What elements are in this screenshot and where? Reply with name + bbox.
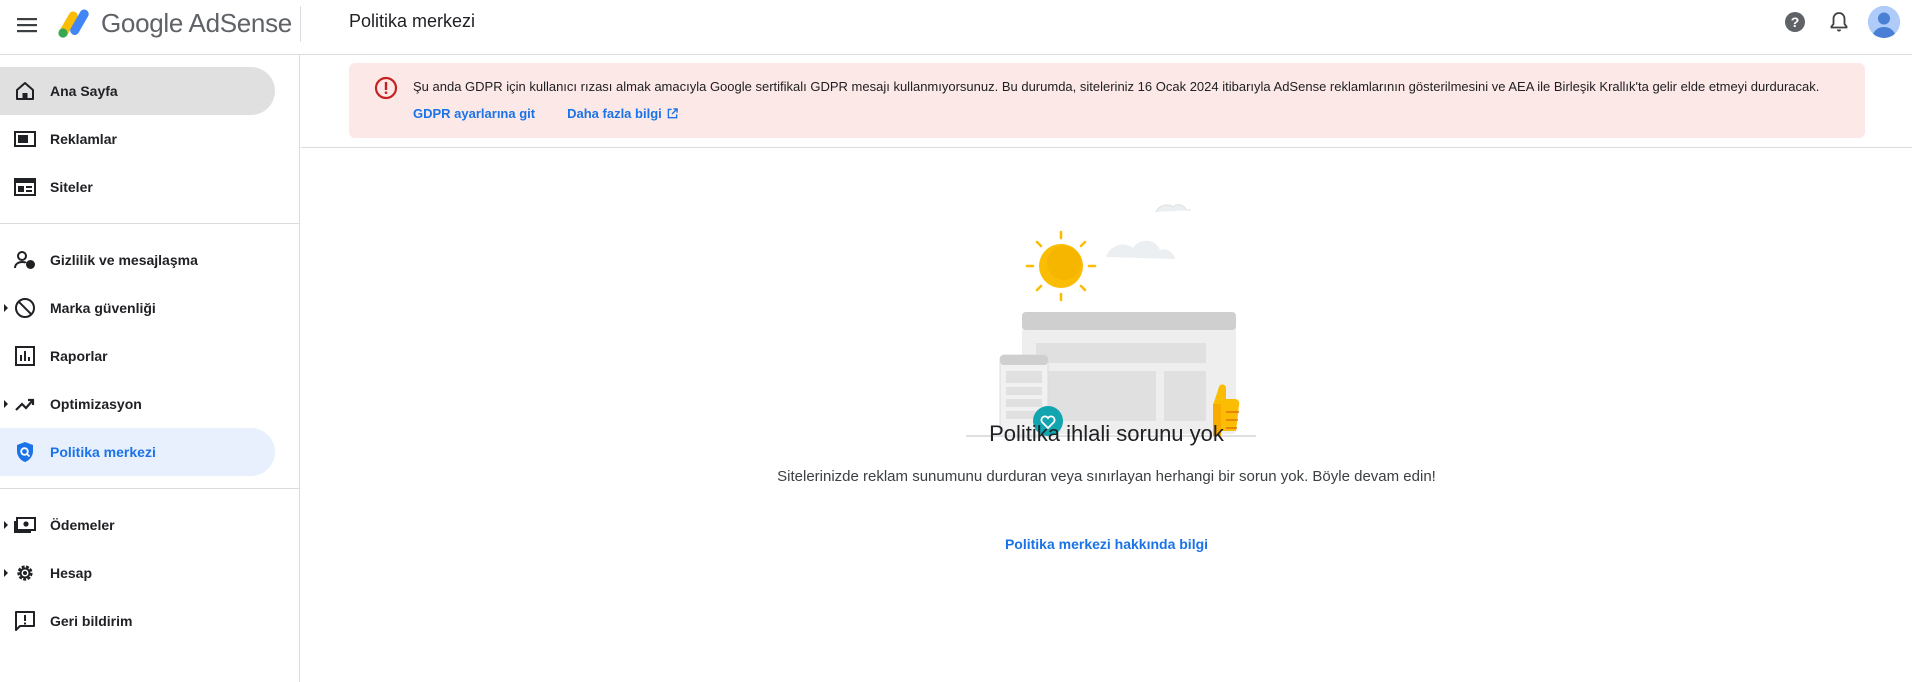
gdpr-settings-link-label: GDPR ayarlarına git (413, 106, 536, 121)
learn-more-link[interactable]: Daha fazla bilgi (567, 106, 678, 121)
logo-text: Google AdSense (101, 7, 292, 38)
sidebar-item-reklamlar[interactable]: Reklamlar (0, 115, 275, 163)
sidebar-item-politika-merkezi[interactable]: Politika merkezi (0, 428, 275, 476)
policy-center-info-link[interactable]: Politika merkezi hakkında bilgi (1005, 536, 1208, 552)
content-divider (301, 147, 1912, 148)
sidebar-item-marka-guvenligi[interactable]: Marka güvenliği (0, 284, 275, 332)
topbar-divider (300, 6, 301, 42)
privacy-icon (14, 249, 36, 271)
sidebar-item-label: Hesap (50, 565, 93, 581)
expand-caret-icon[interactable] (4, 304, 8, 312)
alert-message: Şu anda GDPR için kullanıcı rızası almak… (413, 79, 1820, 94)
page-title: Politika merkezi (349, 11, 476, 31)
sidebar-item-label: Siteler (50, 179, 93, 195)
sidebar-item-label: Ödemeler (50, 517, 115, 533)
adsense-logo-icon (58, 9, 89, 38)
gdpr-settings-link[interactable]: GDPR ayarlarına git (413, 106, 535, 121)
expand-caret-icon[interactable] (4, 400, 8, 408)
payments-icon (14, 514, 36, 536)
error-icon (374, 76, 398, 100)
sidebar-item-ana-sayfa[interactable]: Ana Sayfa (0, 67, 275, 115)
no-issues-illustration (966, 204, 1256, 438)
adsense-logo[interactable]: Google AdSense (57, 6, 292, 40)
sidebar-item-odemeler[interactable]: Ödemeler (0, 501, 275, 549)
reports-icon (14, 345, 36, 367)
sidebar-item-geri-bildirim[interactable]: Geri bildirim (0, 597, 275, 645)
empty-state-title: Politika ihlali sorunu yok (989, 421, 1224, 446)
sidebar-item-label: Raporlar (50, 348, 108, 364)
sidebar-item-siteler[interactable]: Siteler (0, 163, 275, 211)
sidebar-item-label: Ana Sayfa (50, 83, 118, 99)
svg-text:?: ? (1791, 14, 1800, 30)
expand-caret-icon[interactable] (4, 569, 8, 577)
empty-state-description: Sitelerinizde reklam sunumunu durduran v… (777, 468, 1436, 485)
sidebar-item-label: Optimizasyon (50, 396, 142, 412)
top-actions: ? (1780, 6, 1900, 38)
main-content: Şu anda GDPR için kullanıcı rızası almak… (301, 55, 1912, 682)
sidebar-item-gizlilik[interactable]: Gizlilik ve mesajlaşma (0, 236, 275, 284)
block-icon (14, 297, 36, 319)
sidebar-item-label: Reklamlar (50, 131, 117, 147)
menu-icon[interactable] (13, 11, 41, 39)
sidebar: Ana Sayfa Reklamlar Siteler Gizlilik ve … (0, 55, 300, 682)
home-icon (14, 80, 36, 102)
bell-icon[interactable] (1824, 7, 1854, 37)
feedback-icon (14, 610, 36, 632)
sidebar-item-optimizasyon[interactable]: Optimizasyon (0, 380, 275, 428)
sites-icon (14, 176, 36, 198)
top-app-bar: Google AdSense Politika merkezi ? (0, 0, 1912, 55)
sidebar-item-label: Politika merkezi (50, 444, 156, 460)
policy-shield-icon (14, 441, 36, 463)
ads-icon (14, 128, 36, 150)
nav-group-account: Ödemeler Hesap Geri bildirim (0, 489, 299, 657)
nav-group-main: Ana Sayfa Reklamlar Siteler (0, 55, 299, 224)
gdpr-alert-banner: Şu anda GDPR için kullanıcı rızası almak… (349, 63, 1865, 138)
learn-more-link-label: Daha fazla bilgi (567, 106, 662, 121)
gear-icon (14, 562, 36, 584)
sidebar-item-label: Gizlilik ve mesajlaşma (50, 252, 198, 268)
trending-icon (14, 393, 36, 415)
alert-links: GDPR ayarlarına git Daha fazla bilgi (413, 106, 678, 121)
nav-group-tools: Gizlilik ve mesajlaşma Marka güvenliği R… (0, 224, 299, 489)
policy-center-info-link-wrapper: Politika merkezi hakkında bilgi (301, 536, 1912, 552)
avatar[interactable] (1868, 6, 1900, 38)
expand-caret-icon[interactable] (4, 521, 8, 529)
open-in-new-icon (667, 108, 678, 119)
help-icon[interactable]: ? (1780, 7, 1810, 37)
sidebar-item-label: Geri bildirim (50, 613, 133, 629)
sidebar-item-raporlar[interactable]: Raporlar (0, 332, 275, 380)
sidebar-item-label: Marka güvenliği (50, 300, 156, 316)
sidebar-item-hesap[interactable]: Hesap (0, 549, 275, 597)
